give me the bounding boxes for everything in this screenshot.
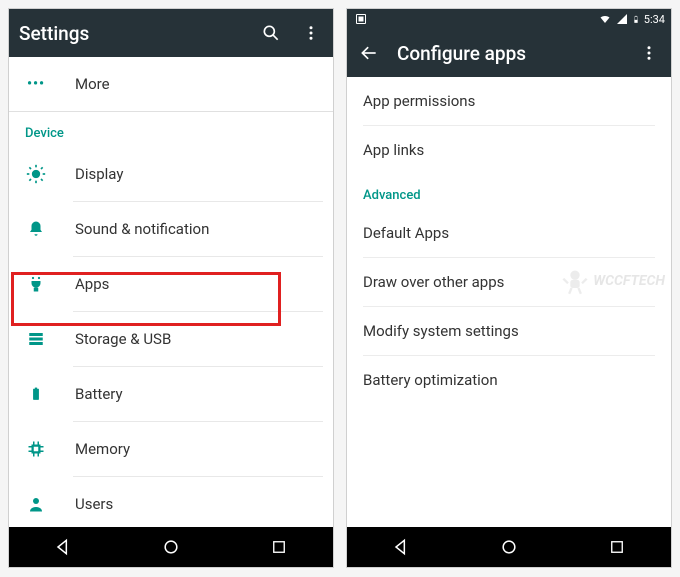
overflow-menu-icon[interactable] — [637, 44, 661, 62]
nav-home-icon[interactable] — [151, 537, 191, 557]
row-users[interactable]: Users — [9, 477, 333, 527]
battery-status-icon — [632, 13, 640, 26]
row-label: App permissions — [363, 92, 475, 110]
nav-bar — [9, 527, 333, 567]
display-icon — [25, 164, 47, 184]
app-bar-configure: Configure apps — [347, 29, 671, 77]
settings-list: ••• More Device Display Sound & notifica… — [9, 57, 333, 527]
phone-settings: Settings ••• More Device Display Sound &… — [8, 8, 334, 568]
nav-back-icon[interactable] — [381, 537, 421, 557]
section-header-advanced: Advanced — [347, 174, 671, 209]
row-label: Display — [75, 165, 317, 183]
user-icon — [25, 495, 47, 513]
wifi-icon — [598, 13, 612, 25]
app-bar-settings: Settings — [9, 9, 333, 57]
signal-icon — [616, 13, 628, 25]
phone-configure-apps: 5:34 Configure apps App permissions App … — [346, 8, 672, 568]
app-bar-title: Configure apps — [397, 42, 621, 65]
overflow-menu-icon[interactable] — [299, 24, 323, 42]
row-sound[interactable]: Sound & notification — [9, 202, 333, 256]
row-label: Apps — [75, 275, 317, 293]
row-display[interactable]: Display — [9, 147, 333, 201]
back-arrow-icon[interactable] — [357, 43, 381, 63]
configure-list: App permissions App links Advanced Defau… — [347, 77, 671, 527]
row-draw-over[interactable]: Draw over other apps — [347, 258, 671, 306]
status-time: 5:34 — [644, 13, 665, 26]
nav-home-icon[interactable] — [489, 537, 529, 557]
row-modify-system[interactable]: Modify system settings — [347, 307, 671, 355]
row-label: Modify system settings — [363, 322, 519, 340]
row-apps[interactable]: Apps — [9, 257, 333, 311]
row-label: Default Apps — [363, 224, 449, 242]
row-label: More — [75, 75, 317, 93]
nav-recent-icon[interactable] — [259, 538, 299, 556]
row-label: Users — [75, 495, 317, 513]
bell-icon — [25, 220, 47, 238]
app-bar-title: Settings — [19, 22, 243, 45]
more-icon: ••• — [25, 76, 47, 92]
storage-icon — [25, 330, 47, 348]
nav-recent-icon[interactable] — [597, 538, 637, 556]
row-label: Battery optimization — [363, 371, 498, 389]
row-label: Memory — [75, 440, 317, 458]
row-app-links[interactable]: App links — [347, 126, 671, 174]
row-label: Sound & notification — [75, 220, 317, 238]
section-header-device: Device — [9, 112, 333, 147]
search-icon[interactable] — [259, 23, 283, 43]
battery-icon — [25, 384, 47, 404]
nav-back-icon[interactable] — [43, 537, 83, 557]
row-memory[interactable]: Memory — [9, 422, 333, 476]
row-default-apps[interactable]: Default Apps — [347, 209, 671, 257]
status-bar: 5:34 — [347, 9, 671, 29]
row-label: Battery — [75, 385, 317, 403]
row-app-permissions[interactable]: App permissions — [347, 77, 671, 125]
row-label: Draw over other apps — [363, 273, 504, 291]
row-battery[interactable]: Battery — [9, 367, 333, 421]
row-label: Storage & USB — [75, 330, 317, 348]
memory-icon — [25, 440, 47, 458]
nav-bar — [347, 527, 671, 567]
row-more[interactable]: ••• More — [9, 57, 333, 111]
row-label: App links — [363, 141, 424, 159]
screenshot-icon — [355, 13, 367, 25]
apps-icon — [25, 274, 47, 294]
row-battery-opt[interactable]: Battery optimization — [347, 356, 671, 404]
row-storage[interactable]: Storage & USB — [9, 312, 333, 366]
